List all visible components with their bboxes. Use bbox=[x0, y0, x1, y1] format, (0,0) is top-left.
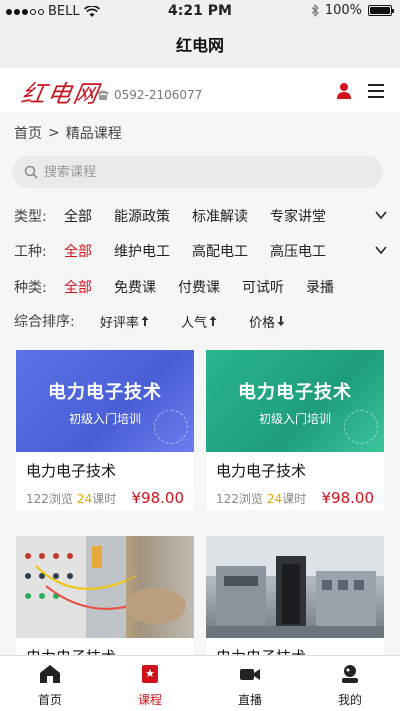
phone-icon bbox=[97, 90, 109, 100]
search-icon bbox=[24, 165, 38, 179]
course-hours-unit: 课时 bbox=[92, 491, 117, 506]
course-price: ¥98.00 bbox=[131, 489, 185, 507]
tab-home[interactable]: 首页 bbox=[0, 656, 100, 711]
breadcrumb-separator: > bbox=[48, 125, 60, 141]
course-meta: 122浏览 24课时 ¥98.00 bbox=[206, 481, 384, 507]
filter-type-option[interactable]: 专家讲堂 bbox=[270, 206, 326, 226]
machine-equipment-image bbox=[206, 536, 384, 638]
sort-popularity[interactable]: 人气 bbox=[181, 312, 217, 331]
tab-bar: 首页 课程 直播 我的 bbox=[0, 655, 400, 711]
arrow-up-icon bbox=[141, 316, 149, 326]
filter-type-option[interactable]: 标准解读 bbox=[192, 206, 248, 226]
tab-courses[interactable]: 课程 bbox=[100, 656, 200, 711]
status-right: 100% bbox=[311, 3, 394, 18]
filter-work-option[interactable]: 高压电工 bbox=[270, 241, 326, 261]
site-header: 红电网 0592-2106077 bbox=[0, 68, 400, 112]
status-bar: BELL 4:21 PM 100% bbox=[0, 0, 400, 24]
arrow-down-icon bbox=[277, 316, 285, 326]
course-thumbnail bbox=[206, 536, 384, 638]
course-card[interactable]: 电力电子技术 bbox=[16, 536, 194, 655]
sort-rating[interactable]: 好评率 bbox=[100, 312, 149, 331]
course-hours-unit: 课时 bbox=[282, 491, 307, 506]
tab-live[interactable]: 直播 bbox=[200, 656, 300, 711]
tab-live-label: 直播 bbox=[237, 693, 262, 707]
breadcrumb: 首页 > 精品课程 bbox=[14, 123, 122, 143]
filter-kind-option[interactable]: 可试听 bbox=[242, 277, 284, 297]
course-price: ¥98.00 bbox=[321, 489, 375, 507]
battery-icon bbox=[368, 5, 394, 16]
course-card[interactable]: 电力电子技术 初级入门培训 电力电子技术 122浏览 24课时 ¥98.00 bbox=[16, 350, 194, 510]
home-icon bbox=[40, 665, 60, 683]
filter-kind: 种类: 全部 免费课 付费课 可试听 录播 bbox=[14, 277, 356, 297]
user-icon[interactable] bbox=[336, 82, 352, 100]
chevron-down-icon[interactable] bbox=[374, 208, 388, 222]
banner-title: 电力电子技术 bbox=[238, 382, 352, 403]
sort-popularity-label: 人气 bbox=[181, 315, 208, 331]
arrow-up-icon bbox=[209, 316, 217, 326]
course-name: 电力电子技术 bbox=[206, 638, 384, 655]
course-banner: 电力电子技术 初级入门培训 bbox=[16, 350, 194, 452]
filter-work-label: 工种: bbox=[14, 244, 47, 260]
filter-type-label: 类型: bbox=[14, 209, 47, 225]
sort-price-label: 价格 bbox=[249, 315, 276, 331]
filter-type-option[interactable]: 全部 bbox=[64, 206, 92, 226]
sort-bar: 综合排序: 好评率 人气 价格 bbox=[14, 311, 317, 331]
tab-profile[interactable]: 我的 bbox=[300, 656, 400, 711]
course-meta: 122浏览 24课时 ¥98.00 bbox=[16, 481, 194, 507]
filter-work-option[interactable]: 高配电工 bbox=[192, 241, 248, 261]
course-name: 电力电子技术 bbox=[216, 462, 307, 480]
course-views: 122浏览 bbox=[216, 491, 263, 506]
banner-decoration bbox=[344, 410, 378, 444]
profile-icon bbox=[342, 665, 358, 683]
filter-work-option-selected[interactable]: 全部 bbox=[64, 241, 92, 261]
bluetooth-icon bbox=[311, 4, 319, 17]
filter-kind-label: 种类: bbox=[14, 280, 47, 296]
tab-courses-label: 课程 bbox=[137, 693, 162, 707]
video-camera-icon bbox=[240, 669, 260, 680]
battery-percent: 100% bbox=[324, 3, 362, 18]
menu-icon[interactable] bbox=[368, 84, 384, 98]
chevron-down-icon[interactable] bbox=[374, 243, 388, 257]
sort-rating-label: 好评率 bbox=[100, 315, 140, 331]
course-hours: 24课时 bbox=[267, 490, 306, 507]
hotline[interactable]: 0592-2106077 bbox=[96, 88, 202, 102]
phone-number: 0592-2106077 bbox=[114, 88, 203, 102]
course-card[interactable]: 电力电子技术 初级入门培训 电力电子技术 122浏览 24课时 ¥98.00 bbox=[206, 350, 384, 510]
filter-work: 工种: 全部 维护电工 高配电工 高压电工 bbox=[14, 241, 387, 261]
course-book-icon bbox=[142, 665, 158, 683]
search-bar[interactable] bbox=[12, 156, 383, 188]
course-views: 122浏览 bbox=[26, 491, 73, 506]
course-hours-count: 24 bbox=[266, 491, 283, 506]
site-logo[interactable]: 红电网 bbox=[19, 74, 103, 109]
course-hours-count: 24 bbox=[76, 491, 93, 506]
banner-decoration bbox=[154, 410, 188, 444]
filter-work-option[interactable]: 维护电工 bbox=[114, 241, 170, 261]
course-card[interactable]: 电力电子技术 bbox=[206, 536, 384, 655]
sort-price[interactable]: 价格 bbox=[249, 312, 285, 331]
filter-kind-option[interactable]: 录播 bbox=[306, 277, 334, 297]
course-name: 电力电子技术 bbox=[16, 638, 194, 655]
filter-type-option[interactable]: 能源政策 bbox=[114, 206, 170, 226]
filter-kind-option[interactable]: 免费课 bbox=[114, 277, 156, 297]
course-banner: 电力电子技术 初级入门培训 bbox=[206, 350, 384, 452]
page-title: 红电网 bbox=[0, 24, 400, 68]
course-hours: 24课时 bbox=[77, 490, 116, 507]
course-name: 电力电子技术 bbox=[26, 462, 117, 480]
tab-home-label: 首页 bbox=[37, 693, 62, 707]
filter-kind-option[interactable]: 付费课 bbox=[178, 277, 220, 297]
filter-kind-option-selected[interactable]: 全部 bbox=[64, 277, 92, 297]
lab-equipment-image bbox=[16, 536, 194, 638]
search-input[interactable] bbox=[44, 164, 344, 180]
breadcrumb-home[interactable]: 首页 bbox=[14, 123, 42, 143]
sort-label: 综合排序: bbox=[14, 314, 75, 330]
course-thumbnail bbox=[16, 536, 194, 638]
banner-title: 电力电子技术 bbox=[48, 382, 162, 403]
filter-type: 类型: 全部 能源政策 标准解读 专家讲堂 bbox=[14, 206, 387, 226]
breadcrumb-current: 精品课程 bbox=[65, 126, 122, 142]
tab-profile-label: 我的 bbox=[337, 693, 362, 707]
